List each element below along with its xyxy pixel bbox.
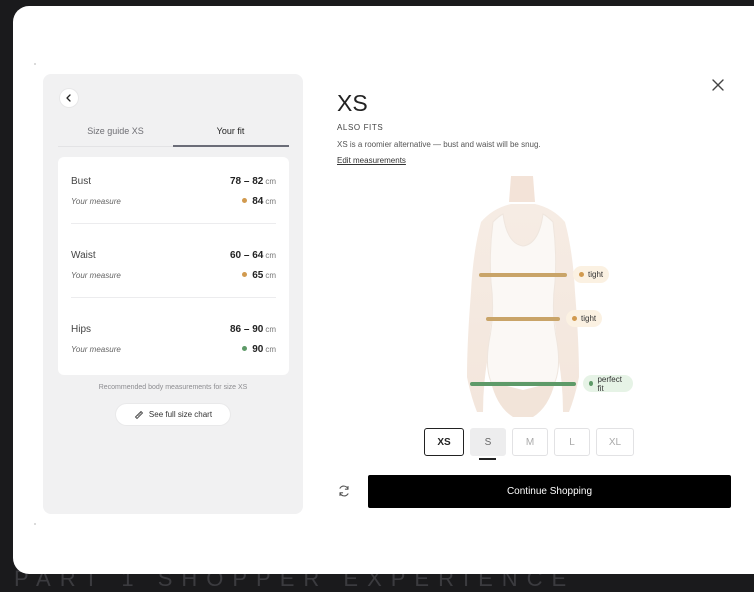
size-range: 86 – 90 cm [229,324,276,335]
edit-measurements-link[interactable]: Edit measurements [337,156,406,165]
tab-size-guide[interactable]: Size guide XS [58,126,173,136]
recommended-size-title: XS [337,90,368,116]
size-option-s[interactable]: S [470,428,506,456]
size-range: 78 – 82 cm [229,176,276,187]
chevron-left-icon [66,94,71,102]
refresh-icon[interactable] [337,484,351,498]
status-dot-icon [242,272,248,277]
size-fit-modal: Size guide XS Your fit Bust 78 – 82 cm Yo… [13,6,754,574]
measurement-label: Waist [71,250,96,261]
measurement-label: Hips [71,324,92,335]
row-divider [71,223,276,224]
fit-note: XS is a roomier alternative — bust and w… [337,140,541,149]
status-dot-icon [572,316,577,321]
fit-tag-bust: tight [573,266,610,283]
recommendation-text: Recommended body measurements for size X… [98,384,248,391]
size-range: 60 – 64 cm [229,250,276,261]
corner-dot [34,63,36,65]
body-figure: tight tight perfect fit [433,172,633,422]
size-option-m[interactable]: M [512,428,548,456]
fit-tag-hips: perfect fit [583,375,633,393]
continue-shopping-button[interactable]: Continue Shopping [368,475,731,508]
your-measure-value: 84 cm [242,196,276,207]
fit-tag-waist: tight [566,310,603,327]
measurement-row-waist: Waist 60 – 64 cm Your measure 65 cm [71,250,276,294]
your-measure-label: Your measure [71,345,121,354]
measurement-row-bust: Bust 78 – 82 cm Your measure 84 cm [71,176,276,220]
ruler-icon [134,410,144,419]
corner-dot [34,523,36,525]
your-measure-value: 90 cm [242,344,276,355]
active-tab-indicator [173,145,289,147]
measurement-label: Bust [71,176,92,187]
row-divider [71,297,276,298]
also-fits-label: ALSO FITS [337,123,384,132]
tab-your-fit[interactable]: Your fit [173,126,288,136]
fit-details-panel: Size guide XS Your fit Bust 78 – 82 cm Yo… [43,74,303,514]
see-size-chart-button[interactable]: See full size chart [116,404,230,425]
size-option-l[interactable]: L [554,428,590,456]
measurement-row-hips: Hips 86 – 90 cm Your measure 90 cm [71,324,276,368]
size-option-xl[interactable]: XL [596,428,634,456]
your-measure-value: 65 cm [242,270,276,281]
size-option-xs[interactable]: XS [424,428,464,456]
measurement-card: Bust 78 – 82 cm Your measure 84 cm Waist 6… [58,157,289,375]
status-dot-icon [589,381,594,386]
status-dot-icon [242,198,248,203]
status-dot-icon [579,272,584,277]
alternative-size-indicator [479,458,496,460]
status-dot-icon [242,346,248,351]
your-measure-label: Your measure [71,197,121,206]
your-measure-label: Your measure [71,271,121,280]
back-button[interactable] [60,89,78,107]
close-icon[interactable] [710,77,726,93]
